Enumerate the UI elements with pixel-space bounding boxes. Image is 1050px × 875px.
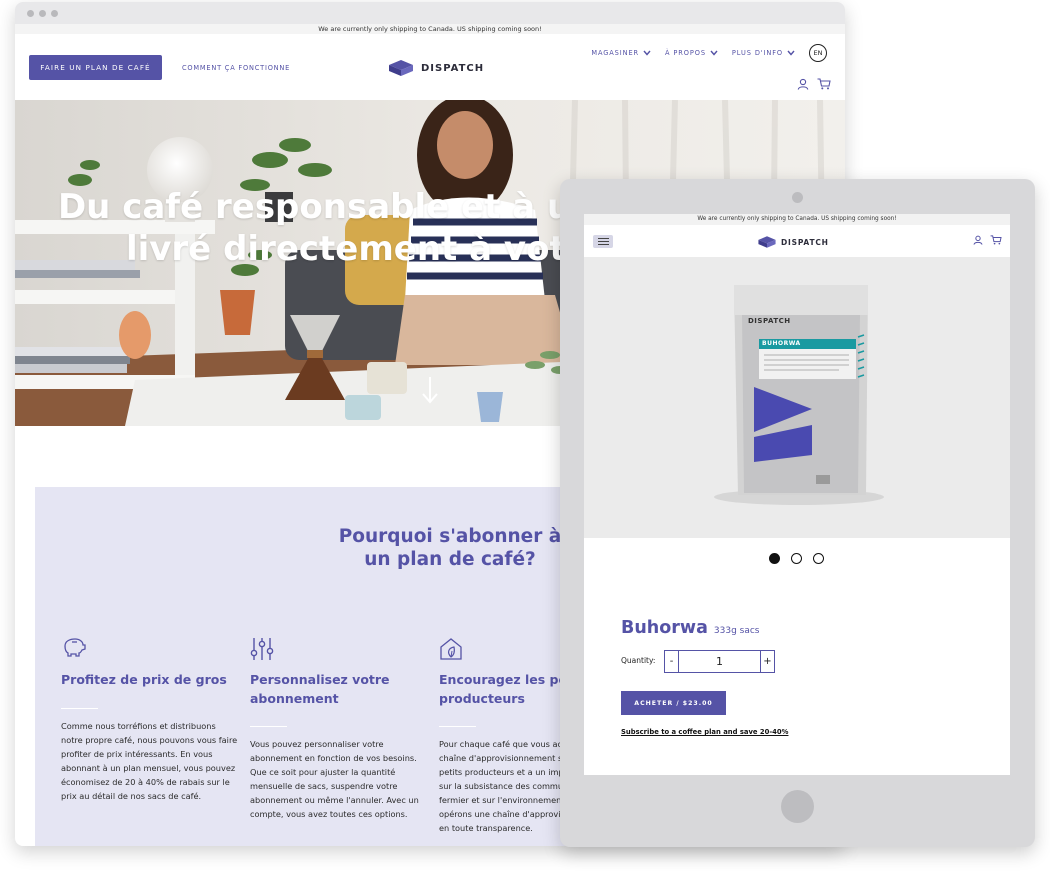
sliders-icon xyxy=(250,638,274,660)
benefit-body: Comme nous torréfions et distribuons not… xyxy=(61,720,238,801)
menu-more-info[interactable]: PLUS D'INFO xyxy=(732,49,795,57)
quantity-stepper: - 1 + xyxy=(664,650,775,673)
menu-about[interactable]: À PROPOS xyxy=(665,49,718,57)
quantity-label: Quantity: xyxy=(621,656,656,665)
product-image[interactable]: DISPATCH BUHORWA xyxy=(584,257,1010,538)
carousel-dot-1[interactable] xyxy=(769,553,780,564)
menu-shop[interactable]: MAGASINER xyxy=(591,49,651,57)
benefit-column-wholesale: Profitez de prix de gros Comme nous torr… xyxy=(61,637,239,803)
cart-icon[interactable] xyxy=(817,78,831,90)
menu-more-info-label: PLUS D'INFO xyxy=(731,49,783,57)
tablet-device: We are currently only shipping to Canada… xyxy=(560,179,1035,847)
carousel-dot-2[interactable] xyxy=(791,553,802,564)
account-icon[interactable] xyxy=(797,78,809,90)
window-maximize-dot[interactable] xyxy=(51,10,58,17)
subscribe-link[interactable]: Subscribe to a coffee plan and save 20-4… xyxy=(621,728,788,736)
chevron-down-icon xyxy=(643,50,651,56)
quantity-decrease-button[interactable]: - xyxy=(665,651,679,672)
announcement-bar: We are currently only shipping to Canada… xyxy=(584,214,1010,225)
tablet-screen: We are currently only shipping to Canada… xyxy=(584,214,1010,775)
hamburger-menu-icon[interactable] xyxy=(593,235,613,248)
cart-icon[interactable] xyxy=(990,235,1002,245)
mobile-header: DISPATCH xyxy=(584,225,1010,257)
mockup-canvas: We are currently only shipping to Canada… xyxy=(0,0,1050,875)
arrow-down-icon[interactable] xyxy=(421,376,439,404)
chevron-down-icon xyxy=(787,50,795,56)
product-heading: Buhorwa 333g sacs xyxy=(621,618,759,638)
product-size: 333g sacs xyxy=(713,626,760,636)
dispatch-logo-icon xyxy=(389,60,413,76)
browser-chrome xyxy=(15,2,845,24)
site-header: FAIRE UN PLAN DE CAFÉ COMMENT ÇA FONCTIO… xyxy=(15,34,845,102)
how-it-works-link[interactable]: COMMENT ÇA FONCTIONNE xyxy=(182,64,290,72)
menu-about-label: À PROPOS xyxy=(665,49,706,57)
quantity-increase-button[interactable]: + xyxy=(760,651,774,672)
benefit-column-customize: Personnalisez votre abonnement Vous pouv… xyxy=(250,637,428,821)
chevron-down-icon xyxy=(710,50,718,56)
benefit-body: Vous pouvez personnaliser votre abonneme… xyxy=(250,739,419,819)
bag-brand-text: DISPATCH xyxy=(748,317,791,325)
product-name: Buhorwa xyxy=(621,618,708,638)
logo-text: DISPATCH xyxy=(421,62,485,74)
announcement-bar: We are currently only shipping to Canada… xyxy=(15,24,845,34)
carousel-dots xyxy=(769,553,824,564)
coffee-plan-button[interactable]: FAIRE UN PLAN DE CAFÉ xyxy=(29,55,162,80)
benefit-title: Personnalisez votre abonnement xyxy=(250,672,390,706)
house-leaf-icon xyxy=(440,638,462,660)
main-menu: MAGASINER À PROPOS PLUS D'INFO EN xyxy=(591,44,827,62)
window-minimize-dot[interactable] xyxy=(39,10,46,17)
site-logo[interactable]: DISPATCH xyxy=(387,60,484,76)
divider xyxy=(250,726,287,727)
window-close-dot[interactable] xyxy=(27,10,34,17)
tablet-home-button[interactable] xyxy=(781,790,814,823)
divider xyxy=(439,726,476,727)
divider xyxy=(61,707,98,709)
account-icon[interactable] xyxy=(973,235,983,245)
header-icons xyxy=(973,235,1002,245)
benefit-title: Profitez de prix de gros xyxy=(61,672,227,687)
tablet-camera xyxy=(792,192,803,203)
logo-text: DISPATCH xyxy=(781,237,829,247)
coffee-bag-photo xyxy=(584,257,1010,538)
language-toggle[interactable]: EN xyxy=(809,44,827,62)
header-icons xyxy=(797,78,831,90)
carousel-dot-3[interactable] xyxy=(813,553,824,564)
dispatch-logo-icon xyxy=(758,236,776,248)
quantity-input[interactable]: 1 xyxy=(679,651,760,672)
benefits-title: Pourquoi s'abonner à un plan de café? xyxy=(338,526,562,570)
site-logo[interactable]: DISPATCH xyxy=(757,236,829,248)
bag-label-text: BUHORWA xyxy=(762,340,801,347)
buy-button[interactable]: ACHETER / $23.00 xyxy=(621,691,726,715)
piggy-bank-icon xyxy=(64,638,86,657)
menu-shop-label: MAGASINER xyxy=(591,49,639,57)
